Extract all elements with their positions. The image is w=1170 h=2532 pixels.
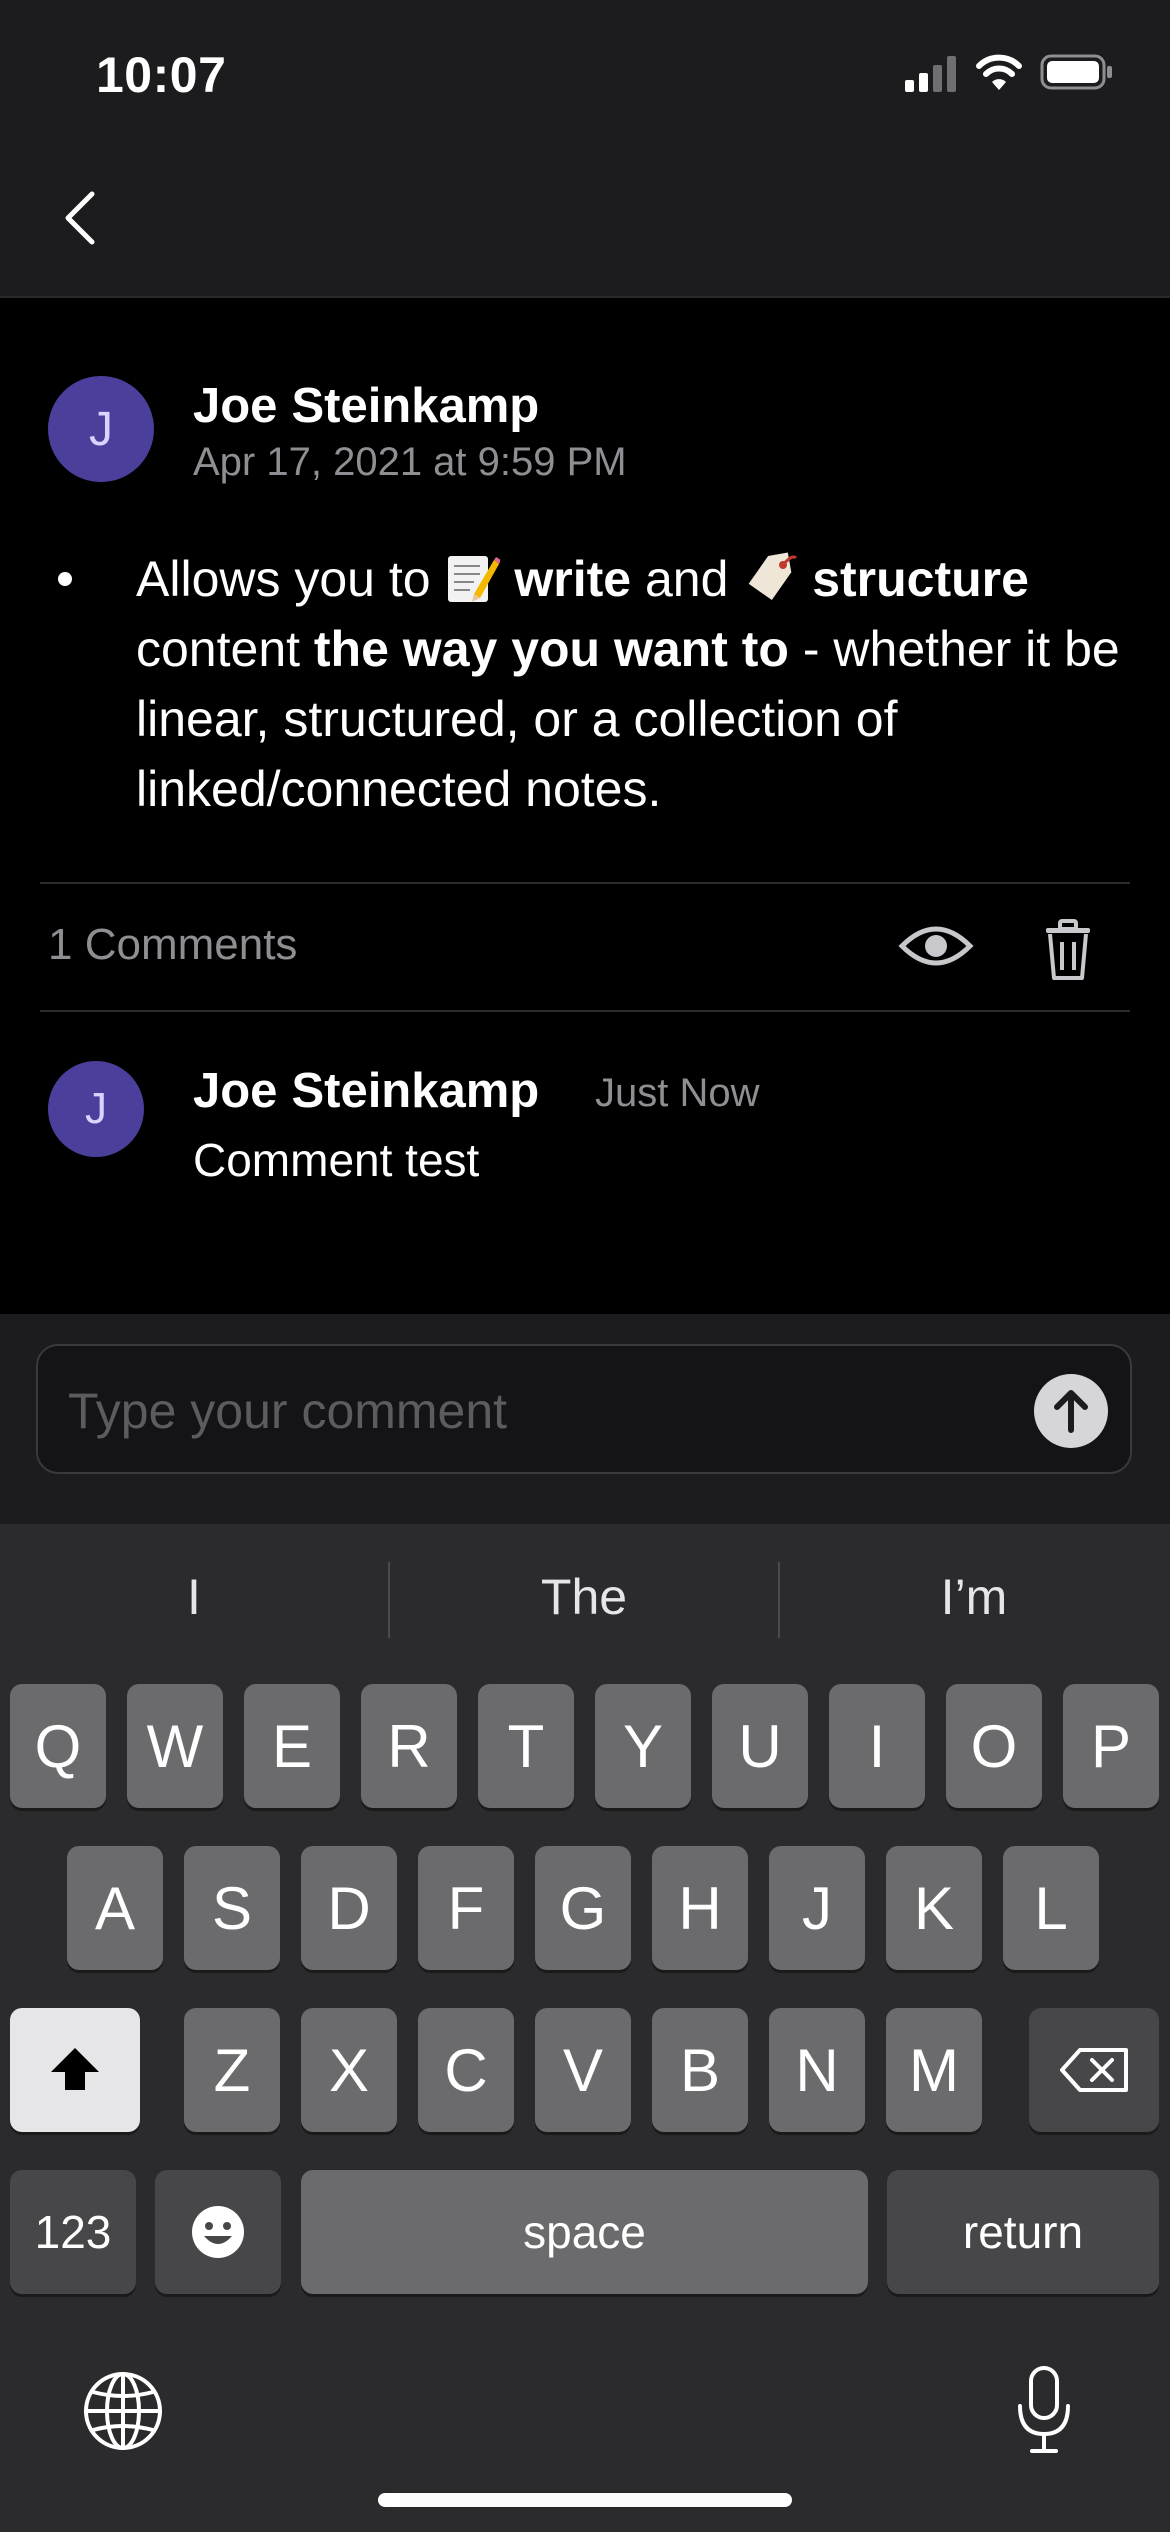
key-j[interactable]: J: [769, 1846, 865, 1970]
key-v[interactable]: V: [535, 2008, 631, 2132]
emoji-face-icon: [192, 2206, 244, 2258]
status-time: 10:07: [96, 47, 227, 103]
navigation-bar: [0, 0, 1170, 298]
arrow-up-icon: [1054, 1390, 1088, 1433]
wifi-icon: [976, 54, 1022, 90]
emoji-key[interactable]: [155, 2170, 281, 2294]
space-key[interactable]: space: [301, 2170, 868, 2294]
key-d[interactable]: D: [301, 1846, 397, 1970]
shift-arrow-icon: [51, 2048, 99, 2090]
key-i[interactable]: I: [829, 1684, 925, 1808]
post-body: Allows you to write and structure conten…: [136, 551, 1120, 817]
eye-icon[interactable]: [898, 918, 974, 974]
comment-input-placeholder: Type your comment: [68, 1383, 508, 1439]
divider: [40, 1010, 1130, 1012]
send-button[interactable]: [1034, 1374, 1108, 1448]
cellular-signal-icon: [905, 56, 956, 92]
comments-count: 1 Comments: [48, 920, 298, 969]
comment-timestamp: Just Now: [595, 1071, 760, 1115]
memo-emoji-icon: [448, 556, 501, 602]
key-g[interactable]: G: [535, 1846, 631, 1970]
suggestion-1[interactable]: I: [0, 1568, 388, 1626]
author-first-name: Joe: [193, 379, 278, 433]
key-r[interactable]: R: [361, 1684, 457, 1808]
battery-icon: [1040, 54, 1112, 90]
key-k[interactable]: K: [886, 1846, 982, 1970]
home-indicator[interactable]: [378, 2493, 792, 2507]
key-c[interactable]: C: [418, 2008, 514, 2132]
globe-icon[interactable]: [82, 2370, 164, 2452]
comment-avatar[interactable]: J: [48, 1061, 144, 1157]
key-l[interactable]: L: [1003, 1846, 1099, 1970]
post-date: Apr 17, 2021 at 9:59 PM: [193, 440, 627, 484]
key-u[interactable]: U: [712, 1684, 808, 1808]
label-tag-emoji-icon: [748, 552, 798, 601]
suggestion-2[interactable]: The: [390, 1568, 778, 1626]
author-last-name: Steinkamp: [291, 379, 540, 433]
key-w[interactable]: W: [127, 1684, 223, 1808]
key-e[interactable]: E: [244, 1684, 340, 1808]
delete-key[interactable]: [1029, 2008, 1159, 2132]
post-author-name[interactable]: Joe Steinkamp: [193, 378, 539, 434]
return-key[interactable]: return: [887, 2170, 1159, 2294]
key-z[interactable]: Z: [184, 2008, 280, 2132]
back-chevron-icon[interactable]: [58, 188, 102, 248]
key-s[interactable]: S: [184, 1846, 280, 1970]
key-o[interactable]: O: [946, 1684, 1042, 1808]
key-q[interactable]: Q: [10, 1684, 106, 1808]
avatar[interactable]: J: [48, 376, 154, 482]
bullet-point: [58, 572, 72, 586]
divider: [40, 882, 1130, 884]
numbers-key[interactable]: 123: [10, 2170, 136, 2294]
shift-key[interactable]: [10, 2008, 140, 2132]
key-f[interactable]: F: [418, 1846, 514, 1970]
key-p[interactable]: P: [1063, 1684, 1159, 1808]
suggestion-3[interactable]: I’m: [780, 1568, 1168, 1626]
key-a[interactable]: A: [67, 1846, 163, 1970]
key-m[interactable]: M: [886, 2008, 982, 2132]
key-b[interactable]: B: [652, 2008, 748, 2132]
key-n[interactable]: N: [769, 2008, 865, 2132]
key-x[interactable]: X: [301, 2008, 397, 2132]
key-h[interactable]: H: [652, 1846, 748, 1970]
backspace-icon: [1060, 2048, 1128, 2092]
trash-icon[interactable]: [1040, 918, 1096, 982]
key-t[interactable]: T: [478, 1684, 574, 1808]
key-y[interactable]: Y: [595, 1684, 691, 1808]
microphone-icon[interactable]: [1012, 2364, 1076, 2456]
comment-text: Comment test: [193, 1134, 480, 1186]
comment-author-name[interactable]: Joe Steinkamp: [193, 1063, 539, 1119]
